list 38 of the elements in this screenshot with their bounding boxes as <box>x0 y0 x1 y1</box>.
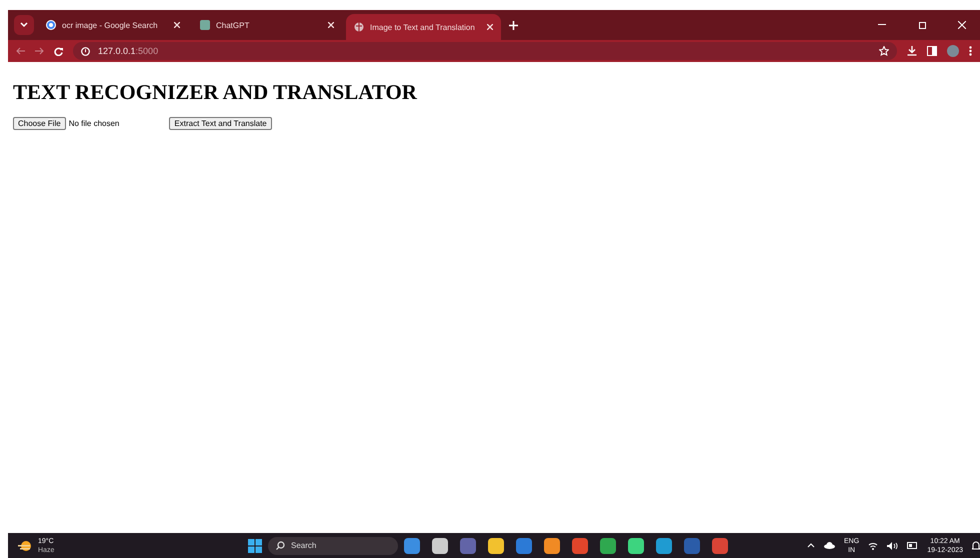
file-status-text: No file chosen <box>68 119 120 128</box>
tab-search-button[interactable] <box>14 15 34 35</box>
download-icon[interactable] <box>907 46 917 56</box>
close-icon[interactable] <box>328 22 334 28</box>
new-tab-icon[interactable] <box>509 20 518 30</box>
browser-tab[interactable]: Image to Text and Translation <box>346 14 501 40</box>
bell-icon[interactable] <box>972 540 980 550</box>
chevron-down-icon <box>20 22 28 28</box>
browser-tab[interactable]: ocr image - Google Search <box>38 14 188 36</box>
address-bar[interactable]: 127.0.0.1:5000 <box>73 42 897 60</box>
close-icon[interactable] <box>174 22 180 28</box>
minimize-icon[interactable] <box>878 24 886 26</box>
info-icon <box>81 46 90 56</box>
reload-icon[interactable] <box>54 46 63 56</box>
star-icon[interactable] <box>879 46 889 56</box>
restore-icon[interactable] <box>918 22 926 28</box>
globe-icon <box>354 22 364 32</box>
side-panel-icon[interactable] <box>927 46 937 56</box>
choose-file-button[interactable]: Choose File <box>13 117 66 130</box>
chat-icon <box>200 20 210 30</box>
close-icon[interactable] <box>487 24 493 30</box>
browser-tab[interactable]: ChatGPT <box>192 14 342 36</box>
taskbar-search-field[interactable]: Search <box>268 536 398 554</box>
forward-icon[interactable] <box>35 47 44 55</box>
url-text: 127.0.0.1:5000 <box>98 46 158 56</box>
weather-icon[interactable] <box>18 540 32 552</box>
cloud-icon[interactable] <box>824 542 836 549</box>
wifi-icon[interactable] <box>868 542 878 550</box>
chevron-up-icon[interactable] <box>807 543 816 548</box>
windows-start-icon[interactable] <box>248 538 262 552</box>
battery-icon[interactable] <box>907 542 918 549</box>
page-heading: TEXT RECOGNIZER AND TRANSLATOR <box>13 80 418 105</box>
google-icon <box>46 20 56 30</box>
extract-button[interactable]: Extract Text and Translate <box>169 117 272 130</box>
back-icon[interactable] <box>16 47 25 55</box>
search-icon <box>276 541 285 550</box>
menu-icon[interactable] <box>969 46 972 56</box>
volume-icon[interactable] <box>887 542 898 550</box>
